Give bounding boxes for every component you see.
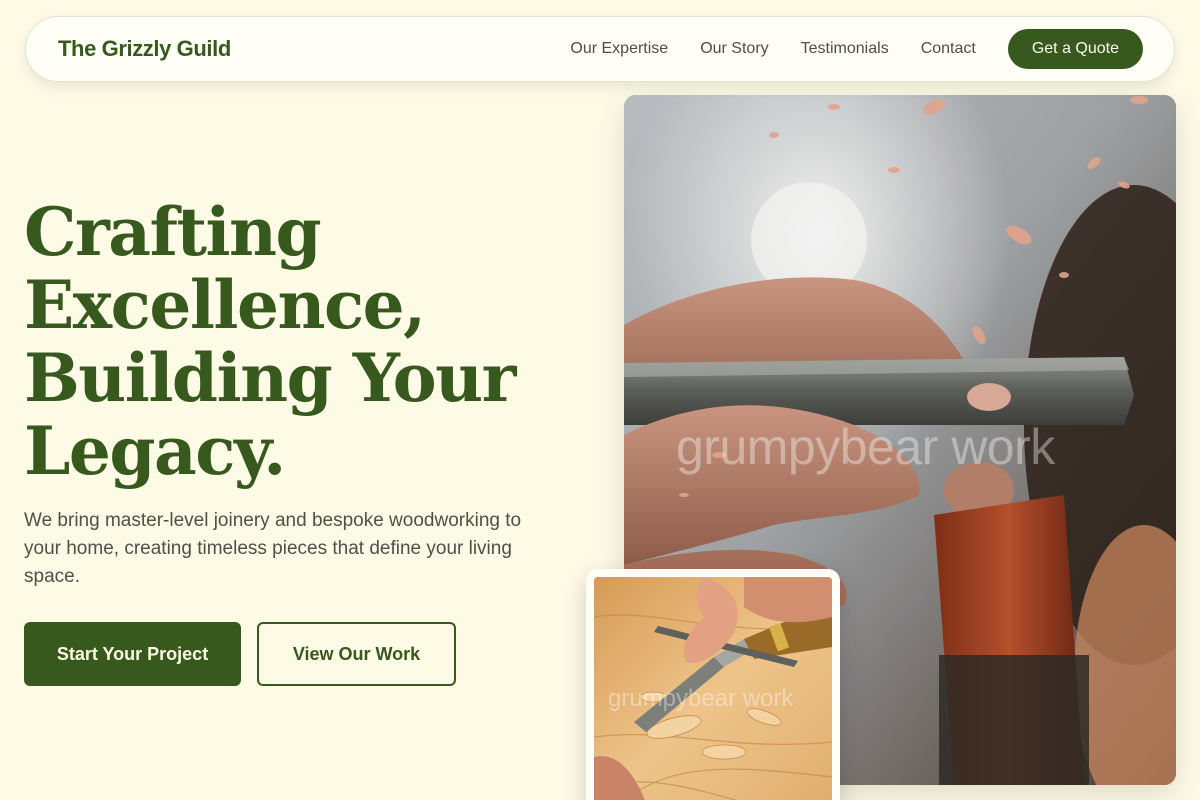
hero-heading-line: Excellence,: [24, 266, 426, 344]
hero-heading-line: Crafting: [24, 193, 322, 271]
brand-logo[interactable]: The Grizzly Guild: [58, 36, 231, 62]
top-navbar: The Grizzly Guild Our Expertise Our Stor…: [25, 16, 1175, 82]
nav-link-our-story[interactable]: Our Story: [700, 40, 768, 58]
hero-heading: Crafting Excellence, Building Your Legac…: [24, 196, 584, 488]
secondary-photo-watermark: grumpybear work: [608, 685, 794, 712]
nav-link-contact[interactable]: Contact: [921, 40, 976, 58]
get-a-quote-button[interactable]: Get a Quote: [1007, 29, 1143, 69]
nav-links: Our Expertise Our Story Testimonials Con…: [570, 29, 1143, 69]
hero-secondary-photo: grumpybear work: [586, 569, 840, 800]
page: The Grizzly Guild Our Expertise Our Stor…: [0, 0, 1200, 800]
hero-heading-line: Legacy.: [24, 412, 286, 490]
chisel-carving-image: grumpybear work: [594, 577, 832, 800]
hero-heading-line: Building Your: [24, 339, 516, 417]
view-our-work-button[interactable]: View Our Work: [257, 622, 456, 686]
hero-subtitle: We bring master-level joinery and bespok…: [24, 510, 522, 587]
nav-link-our-expertise[interactable]: Our Expertise: [570, 40, 668, 58]
start-your-project-button[interactable]: Start Your Project: [24, 622, 241, 686]
main-photo-watermark: grumpybear work: [676, 419, 1055, 475]
nav-link-testimonials[interactable]: Testimonials: [801, 40, 889, 58]
